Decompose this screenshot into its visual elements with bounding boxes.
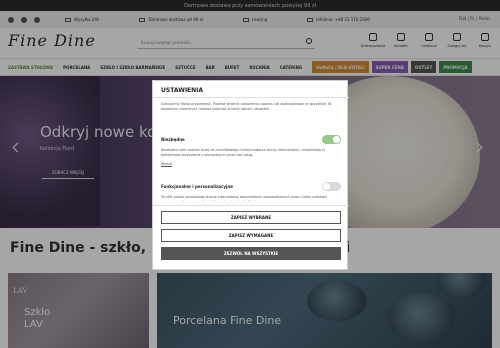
save-required-button[interactable]: ZAPISZ WYMAGANE <box>161 229 341 242</box>
option-description: Te pliki cookie umożliwiają stronie inte… <box>161 195 327 201</box>
functional-toggle[interactable] <box>322 182 341 191</box>
option-description: Niezbędne pliki cookies służą do prawidł… <box>161 148 326 157</box>
accept-all-button[interactable]: ZEZWÓL NA WSZYSTKIE <box>161 247 341 260</box>
option-title: Niezbędne <box>161 137 185 142</box>
divider <box>153 205 349 206</box>
divider <box>153 97 349 98</box>
cookie-option-functional: Funkcjonalne i personalizacyjne Te pliki… <box>161 182 341 201</box>
more-link[interactable]: Więcej <box>161 162 341 166</box>
cookie-settings-modal: USTAWIENIA Szanujemy Twoją prywatność. M… <box>152 80 349 270</box>
necessary-toggle[interactable] <box>322 135 341 144</box>
save-selected-button[interactable]: ZAPISZ WYBRANE <box>161 211 341 224</box>
modal-title: USTAWIENIA <box>161 87 204 94</box>
option-title: Funkcjonalne i personalizacyjne <box>161 184 233 189</box>
cookie-option-necessary: Niezbędne Niezbędne pliki cookies służą … <box>161 135 341 166</box>
modal-description: Szanujemy Twoją prywatność. Możesz zmien… <box>161 102 332 111</box>
